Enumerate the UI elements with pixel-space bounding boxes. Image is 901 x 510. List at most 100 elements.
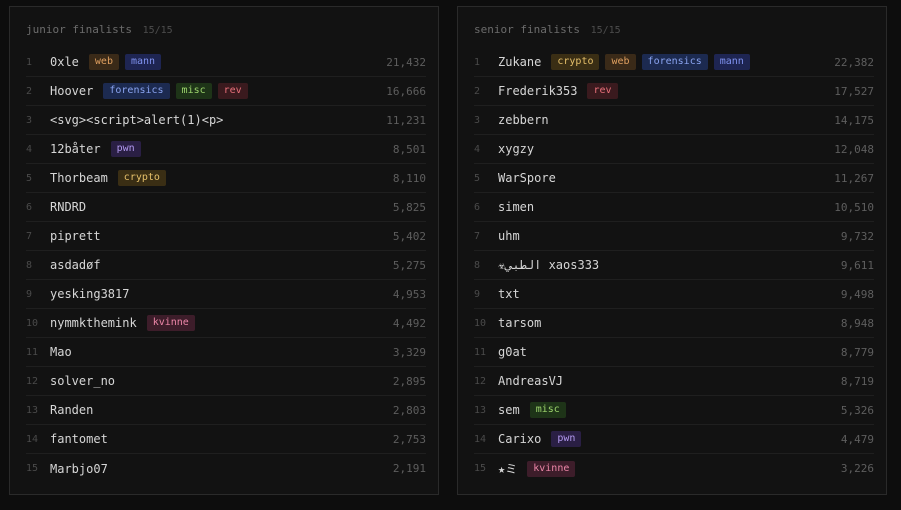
rank-number: 8 <box>26 259 33 271</box>
rank-number: 8 <box>474 259 481 271</box>
team-row[interactable]: 1 Zukane crypto web forensics mann 22,382 <box>474 48 874 77</box>
team-name[interactable]: fantomet <box>50 432 108 446</box>
tag-list: kvinne <box>521 460 576 477</box>
team-row[interactable]: 8 asdadøf 5,275 <box>26 251 426 280</box>
category-badge: forensics <box>103 83 170 99</box>
team-name[interactable]: zebbern <box>498 113 549 127</box>
rank-number: 6 <box>26 201 33 213</box>
team-name[interactable]: ★ミ <box>498 460 517 477</box>
category-badge: kvinne <box>527 460 576 477</box>
team-row[interactable]: 6 RNDRD 5,825 <box>26 193 426 222</box>
team-row[interactable]: 7 piprett 5,402 <box>26 222 426 251</box>
team-row[interactable]: 15 Marbjo07 2,191 <box>26 454 426 483</box>
team-name[interactable]: simen <box>498 200 534 214</box>
team-name[interactable]: asdadøf <box>50 258 101 272</box>
senior-rows: 1 Zukane crypto web forensics mann 22,382 2 Fred… <box>474 48 874 483</box>
team-row[interactable]: 12 AndreasVJ 8,719 <box>474 367 874 396</box>
team-name[interactable]: Marbjo07 <box>50 462 108 476</box>
category-badge: web <box>88 54 119 70</box>
team-name[interactable]: Carixo <box>498 432 541 446</box>
team-row[interactable]: 4 xygzy 12,048 <box>474 135 874 164</box>
rank-number: 2 <box>474 85 481 97</box>
panel-title: senior finalists <box>474 23 580 36</box>
team-name[interactable]: ☣الطبي xaos333 <box>498 258 599 272</box>
team-row[interactable]: 14 Carixo pwn 4,479 <box>474 425 874 454</box>
team-row[interactable]: 3 <svg><script>alert(1)<p> 11,231 <box>26 106 426 135</box>
category-badge: mann <box>124 54 162 70</box>
score-value: 2,753 <box>392 432 426 446</box>
category-badge: crypto <box>117 170 166 186</box>
score-value: 5,275 <box>392 258 426 272</box>
team-name[interactable]: xygzy <box>498 142 534 156</box>
rank-number: 13 <box>26 404 39 416</box>
team-row[interactable]: 11 g0at 8,779 <box>474 338 874 367</box>
team-name[interactable]: <svg><script>alert(1)<p> <box>50 113 223 127</box>
score-value: 8,719 <box>840 374 874 388</box>
team-name[interactable]: uhm <box>498 229 520 243</box>
team-row[interactable]: 6 simen 10,510 <box>474 193 874 222</box>
team-row[interactable]: 8 ☣الطبي xaos333 9,611 <box>474 251 874 280</box>
team-name[interactable]: RNDRD <box>50 200 86 214</box>
rank-number: 9 <box>474 288 481 300</box>
rank-number: 12 <box>26 375 39 387</box>
tag-list: crypto web forensics mann <box>545 54 750 70</box>
team-name[interactable]: AndreasVJ <box>498 374 563 388</box>
team-name[interactable]: Mao <box>50 345 72 359</box>
score-value: 5,402 <box>392 229 426 243</box>
panel-header: junior finalists 15/15 <box>26 23 173 36</box>
team-name[interactable]: nymmkthemink <box>50 316 137 330</box>
team-row[interactable]: 9 yesking3817 4,953 <box>26 280 426 309</box>
team-row[interactable]: 1 0xle web mann 21,432 <box>26 48 426 77</box>
category-badge: kvinne <box>146 315 195 331</box>
team-name[interactable]: solver_no <box>50 374 115 388</box>
score-value: 2,895 <box>392 374 426 388</box>
team-row[interactable]: 13 Randen 2,803 <box>26 396 426 425</box>
team-name[interactable]: tarsom <box>498 316 541 330</box>
team-row[interactable]: 7 uhm 9,732 <box>474 222 874 251</box>
team-row[interactable]: 13 sem misc 5,326 <box>474 396 874 425</box>
team-row[interactable]: 10 nymmkthemink kvinne 4,492 <box>26 309 426 338</box>
team-name[interactable]: txt <box>498 287 520 301</box>
team-name[interactable]: sem <box>498 403 520 417</box>
score-value: 16,666 <box>386 84 426 98</box>
team-row[interactable]: 9 txt 9,498 <box>474 280 874 309</box>
team-row[interactable]: 12 solver_no 2,895 <box>26 367 426 396</box>
category-badge: rev <box>587 83 618 99</box>
team-row[interactable]: 15 ★ミ kvinne 3,226 <box>474 454 874 483</box>
team-row[interactable]: 11 Mao 3,329 <box>26 338 426 367</box>
category-badge: pwn <box>551 431 582 447</box>
team-name[interactable]: g0at <box>498 345 527 359</box>
team-name[interactable]: piprett <box>50 229 101 243</box>
rank-number: 11 <box>26 346 39 358</box>
score-value: 11,231 <box>386 113 426 127</box>
team-name[interactable]: Frederik353 <box>498 84 577 98</box>
team-name[interactable]: Hoover <box>50 84 93 98</box>
category-badge: web <box>605 54 636 70</box>
category-badge: forensics <box>641 54 708 70</box>
team-row[interactable]: 5 WarSpore 11,267 <box>474 164 874 193</box>
team-name[interactable]: Zukane <box>498 55 541 69</box>
team-name[interactable]: WarSpore <box>498 171 556 185</box>
team-name[interactable]: 0xle <box>50 55 79 69</box>
rank-number: 5 <box>474 172 481 184</box>
team-row[interactable]: 2 Hoover forensics misc rev 16,666 <box>26 77 426 106</box>
score-value: 11,267 <box>834 171 874 185</box>
rank-number: 10 <box>474 317 487 329</box>
team-name[interactable]: yesking3817 <box>50 287 129 301</box>
team-name[interactable]: 12båter <box>50 142 101 156</box>
team-row[interactable]: 2 Frederik353 rev 17,527 <box>474 77 874 106</box>
rank-number: 3 <box>26 114 33 126</box>
rank-number: 14 <box>26 433 39 445</box>
junior-rows: 1 0xle web mann 21,432 2 Hoover forensics misc re… <box>26 48 426 483</box>
team-row[interactable]: 14 fantomet 2,753 <box>26 425 426 454</box>
team-row[interactable]: 5 Thorbeam crypto 8,110 <box>26 164 426 193</box>
team-name[interactable]: Randen <box>50 403 93 417</box>
team-row[interactable]: 4 12båter pwn 8,501 <box>26 135 426 164</box>
tag-list: web mann <box>83 54 162 70</box>
team-name[interactable]: Thorbeam <box>50 171 108 185</box>
team-row[interactable]: 10 tarsom 8,948 <box>474 309 874 338</box>
score-value: 4,492 <box>392 316 426 330</box>
rank-number: 1 <box>26 56 33 68</box>
team-row[interactable]: 3 zebbern 14,175 <box>474 106 874 135</box>
category-badge: crypto <box>551 54 600 70</box>
